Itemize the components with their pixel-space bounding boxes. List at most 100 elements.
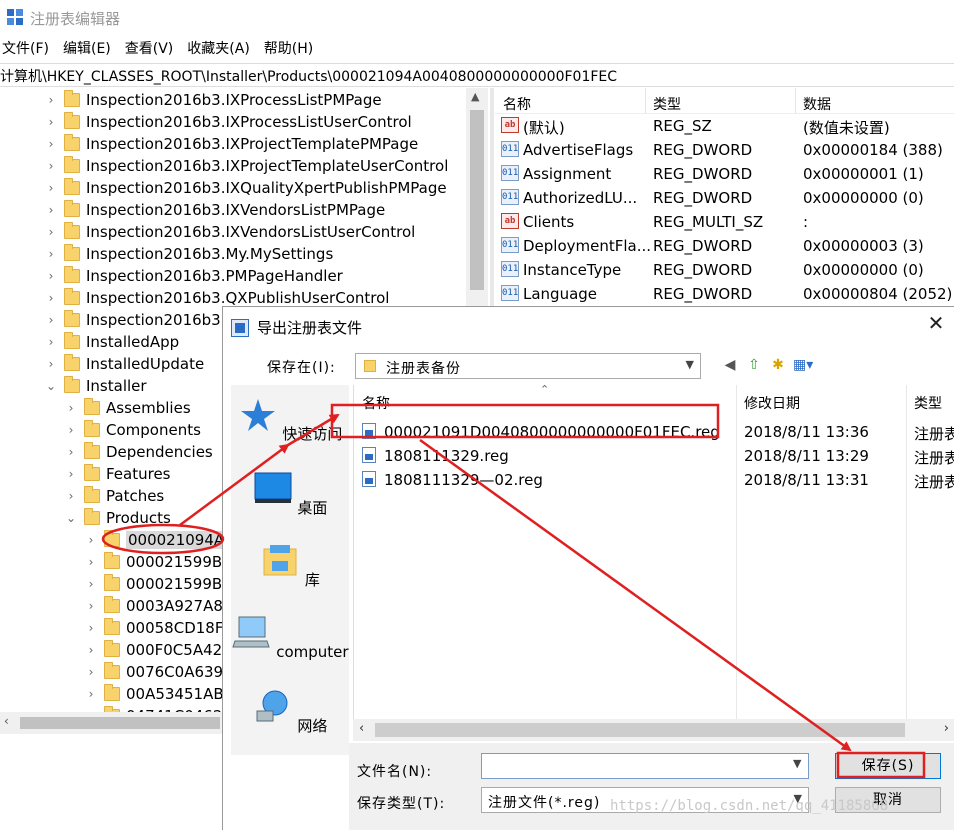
- tree-item[interactable]: › Inspection2016b3.My.MySettings: [44, 243, 333, 265]
- menu-file[interactable]: 文件(F): [2, 38, 49, 60]
- tree-item[interactable]: › 000F0C5A42:: [84, 639, 227, 661]
- chevron-right-icon[interactable]: ›: [84, 683, 98, 705]
- chevron-right-icon[interactable]: ›: [44, 309, 58, 331]
- filename-input[interactable]: [481, 753, 809, 779]
- value-row[interactable]: 011 Assignment REG_DWORD 0x00000001 (1): [495, 163, 954, 187]
- tree-item-selected[interactable]: › 000021094A(: [84, 529, 233, 551]
- chevron-right-icon[interactable]: ›: [44, 199, 58, 221]
- chevron-right-icon[interactable]: ›: [64, 463, 78, 485]
- tree-item[interactable]: › Assemblies: [64, 397, 191, 419]
- save-in-select[interactable]: 注册表备份 ▼: [355, 353, 701, 379]
- scroll-left-icon[interactable]: ‹: [359, 721, 364, 736]
- chevron-right-icon[interactable]: ›: [84, 573, 98, 595]
- chevron-right-icon[interactable]: ›: [64, 485, 78, 507]
- file-row[interactable]: 000021091D0040800000000000F01FEC.reg 2018…: [354, 421, 954, 445]
- place-library[interactable]: 库: [231, 543, 349, 590]
- chevron-right-icon[interactable]: ›: [44, 177, 58, 199]
- value-row[interactable]: 011 AdvertiseFlags REG_DWORD 0x00000184 (38…: [495, 139, 954, 163]
- tree-item[interactable]: › Components: [64, 419, 201, 441]
- file-row[interactable]: 1808111329.reg2018/8/11 13:29注册表: [354, 445, 954, 469]
- chevron-right-icon[interactable]: ›: [84, 595, 98, 617]
- view-menu-icon[interactable]: ▦▾: [793, 356, 813, 374]
- chevron-right-icon[interactable]: ›: [44, 287, 58, 309]
- tree-item[interactable]: › Features: [64, 463, 171, 485]
- tree-item[interactable]: › Inspection2016b3.IXVendorsListUserContr…: [44, 221, 415, 243]
- tree-item[interactable]: › 000021599B0: [84, 551, 232, 573]
- chevron-right-icon[interactable]: ›: [44, 155, 58, 177]
- menu-edit[interactable]: 编辑(E): [63, 38, 111, 60]
- chevron-down-icon[interactable]: ⌄: [64, 507, 78, 529]
- place-computer[interactable]: computer: [231, 615, 349, 661]
- chevron-right-icon[interactable]: ›: [84, 639, 98, 661]
- tree-item[interactable]: › InstalledUpdate: [44, 353, 204, 375]
- column-header-type[interactable]: 类型: [653, 94, 681, 114]
- chevron-right-icon[interactable]: ›: [84, 661, 98, 683]
- chevron-right-icon[interactable]: ›: [84, 551, 98, 573]
- menu-favorites[interactable]: 收藏夹(A): [187, 38, 250, 60]
- column-header-date[interactable]: 修改日期: [744, 393, 800, 413]
- tree-item[interactable]: › Inspection2016b3.IXQualityXpertPublishP…: [44, 177, 447, 199]
- file-list-horizontal-scrollbar[interactable]: ‹ ›: [353, 719, 954, 741]
- chevron-right-icon[interactable]: ›: [64, 419, 78, 441]
- column-divider[interactable]: [645, 88, 646, 114]
- scroll-thumb[interactable]: [470, 110, 484, 290]
- column-header-name[interactable]: 名称: [503, 94, 531, 114]
- menu-help[interactable]: 帮助(H): [264, 38, 313, 60]
- tree-item[interactable]: › Dependencies: [64, 441, 213, 463]
- scroll-up-icon[interactable]: ▲: [471, 90, 479, 103]
- tree-item-installer[interactable]: ⌄ Installer: [44, 375, 147, 397]
- tree-item[interactable]: › 00058CD18F(: [84, 617, 229, 639]
- value-row[interactable]: ab Clients REG_MULTI_SZ:: [495, 211, 954, 235]
- chevron-right-icon[interactable]: ›: [44, 265, 58, 287]
- chevron-down-icon[interactable]: ⌄: [44, 375, 58, 397]
- chevron-right-icon[interactable]: ›: [44, 133, 58, 155]
- chevron-right-icon[interactable]: ›: [44, 331, 58, 353]
- tree-item-products[interactable]: ⌄ Products: [64, 507, 171, 529]
- chevron-right-icon[interactable]: ›: [64, 441, 78, 463]
- tree-item[interactable]: › 000021599B0: [84, 573, 232, 595]
- file-row[interactable]: 1808111329—02.reg2018/8/11 13:31注册表: [354, 469, 954, 493]
- tree-item[interactable]: › Inspection2016b3.IXVendorsListPMPage: [44, 199, 385, 221]
- column-header-name[interactable]: 名称: [362, 393, 390, 413]
- address-bar[interactable]: 计算机\HKEY_CLASSES_ROOT\Installer\Products…: [0, 63, 954, 87]
- new-folder-icon[interactable]: ✱: [769, 356, 787, 374]
- value-row[interactable]: 011 DeploymentFla... REG_DWORD 0x00000003 (…: [495, 235, 954, 259]
- place-desktop[interactable]: 桌面: [231, 471, 349, 518]
- chevron-down-icon[interactable]: ▼: [686, 358, 694, 371]
- close-icon[interactable]: ✕: [926, 313, 946, 333]
- scroll-left-icon[interactable]: ‹: [4, 714, 9, 728]
- tree-item[interactable]: › Inspection2016b3.IXProcessListUserContr…: [44, 111, 412, 133]
- tree-item[interactable]: › Inspection2016b3.IXProcessListPMPage: [44, 89, 382, 111]
- chevron-right-icon[interactable]: ›: [44, 111, 58, 133]
- value-row[interactable]: 011 InstanceType REG_DWORD 0x00000000 (0): [495, 259, 954, 283]
- tree-item[interactable]: › 0076C0A639/: [84, 661, 228, 683]
- column-divider[interactable]: [795, 88, 796, 114]
- scroll-thumb[interactable]: [375, 723, 905, 737]
- chevron-right-icon[interactable]: ›: [84, 617, 98, 639]
- chevron-right-icon[interactable]: ›: [84, 529, 98, 551]
- chevron-right-icon[interactable]: ›: [64, 397, 78, 419]
- tree-item[interactable]: › 00A53451AB: [84, 683, 224, 705]
- column-header-type[interactable]: 类型: [914, 393, 942, 413]
- tree-item[interactable]: › Inspection2016b3.IXProjectTemplatePMPag…: [44, 133, 418, 155]
- chevron-right-icon[interactable]: ›: [44, 89, 58, 111]
- value-row[interactable]: ab (默认) REG_SZ (数值未设置): [495, 115, 954, 139]
- chevron-right-icon[interactable]: ›: [44, 353, 58, 375]
- pane-splitter[interactable]: [490, 88, 494, 306]
- place-network[interactable]: 网络: [231, 689, 349, 736]
- tree-item[interactable]: › Inspection2016b3.PMPageHandler: [44, 265, 343, 287]
- chevron-down-icon[interactable]: ▼: [793, 757, 801, 770]
- chevron-right-icon[interactable]: ›: [44, 221, 58, 243]
- back-icon[interactable]: ◀: [721, 356, 739, 374]
- tree-item[interactable]: › InstalledApp: [44, 331, 179, 353]
- tree-horizontal-scrollbar[interactable]: ‹: [0, 712, 222, 734]
- up-folder-icon[interactable]: ⇧: [745, 356, 763, 374]
- column-header-data[interactable]: 数据: [803, 94, 831, 114]
- chevron-right-icon[interactable]: ›: [44, 243, 58, 265]
- value-row[interactable]: 011 Language REG_DWORD 0x00000804 (2052): [495, 283, 954, 306]
- value-row[interactable]: 011 AuthorizedLU... REG_DWORD 0x00000000 (0…: [495, 187, 954, 211]
- tree-vertical-scrollbar[interactable]: ▲: [466, 88, 488, 306]
- scroll-thumb[interactable]: [20, 717, 220, 729]
- tree-item[interactable]: › 0003A927A8: [84, 595, 223, 617]
- menu-view[interactable]: 查看(V): [125, 38, 174, 60]
